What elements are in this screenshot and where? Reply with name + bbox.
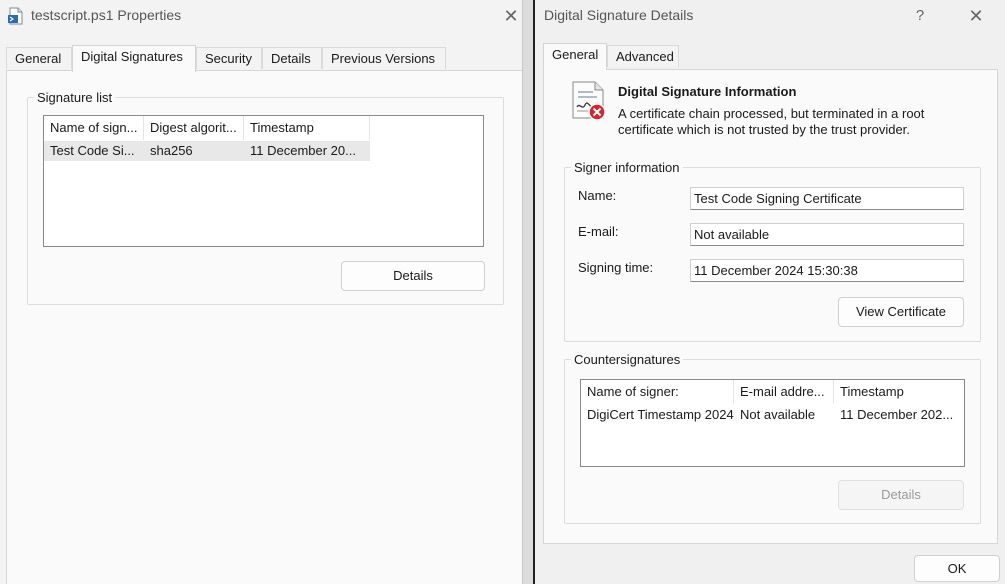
close-icon[interactable]: ✕ [498, 4, 522, 28]
signature-list[interactable]: Name of sign... Digest algorit... Timest… [43, 115, 484, 247]
column-header-digest[interactable]: Digest algorit... [144, 116, 244, 140]
table-row[interactable]: DigiCert Timestamp 2024 Not available 11… [581, 405, 964, 425]
help-icon[interactable]: ? [907, 4, 933, 28]
file-icon [8, 7, 24, 28]
column-header-name[interactable]: Name of signer: [581, 380, 734, 404]
title-bar[interactable]: testscript.ps1 Properties ✕ [0, 0, 522, 32]
list-header: Name of signer: E-mail addre... Timestam… [581, 380, 964, 404]
tab-digital-signatures[interactable]: Digital Signatures [72, 45, 196, 72]
column-header-timestamp[interactable]: Timestamp [834, 380, 964, 404]
tab-general[interactable]: General [6, 47, 72, 69]
cell-timestamp: 11 December 20... [250, 143, 356, 158]
view-certificate-button[interactable]: View Certificate [838, 297, 964, 327]
tab-security[interactable]: Security [196, 47, 262, 69]
column-header-timestamp[interactable]: Timestamp [244, 116, 370, 140]
signing-time-label: Signing time: [578, 260, 654, 275]
properties-window: testscript.ps1 Properties ✕ General Digi… [0, 0, 522, 584]
tab-previous-versions[interactable]: Previous Versions [322, 47, 446, 69]
email-field[interactable]: Not available [690, 223, 964, 246]
cell-timestamp: 11 December 202... [840, 407, 954, 422]
tab-panel: Signature list Name of sign... Digest al… [6, 70, 522, 584]
info-heading: Digital Signature Information [618, 84, 797, 99]
countersignatures-list[interactable]: Name of signer: E-mail addre... Timestam… [580, 379, 965, 467]
cell-name: Test Code Si... [50, 143, 135, 158]
tab-strip: General Advanced [543, 43, 999, 70]
cell-digest: sha256 [150, 143, 193, 158]
cell-email: Not available [740, 407, 816, 422]
column-header-name[interactable]: Name of sign... [44, 116, 144, 140]
signing-time-field[interactable]: 11 December 2024 15:30:38 [690, 259, 964, 282]
certificate-error-icon [569, 80, 609, 125]
countersignature-details-button[interactable]: Details [838, 480, 964, 510]
window-title: testscript.ps1 Properties [31, 7, 182, 23]
title-bar[interactable]: Digital Signature Details ? ✕ [535, 0, 1005, 32]
email-label: E-mail: [578, 224, 619, 239]
ok-button[interactable]: OK [914, 555, 1000, 582]
table-row[interactable]: Test Code Si... sha256 11 December 20... [44, 141, 370, 161]
countersignatures-legend: Countersignatures [574, 352, 681, 367]
list-header: Name of sign... Digest algorit... Timest… [44, 116, 370, 140]
tab-advanced[interactable]: Advanced [607, 45, 679, 67]
tab-general[interactable]: General [543, 43, 607, 70]
details-button[interactable]: Details [341, 261, 485, 291]
name-field[interactable]: Test Code Signing Certificate [690, 187, 964, 210]
name-label: Name: [578, 188, 617, 203]
cell-name: DigiCert Timestamp 2024 [587, 407, 734, 422]
window-divider [522, 0, 535, 584]
signature-details-dialog: Digital Signature Details ? ✕ General Ad… [535, 0, 1005, 584]
tab-panel: Digital Signature Information A certific… [543, 69, 998, 544]
signature-list-legend: Signature list [37, 90, 113, 105]
tab-strip: General Digital Signatures Security Deta… [6, 45, 516, 72]
signer-information-legend: Signer information [574, 160, 680, 175]
close-icon[interactable]: ✕ [963, 4, 989, 28]
tab-details[interactable]: Details [262, 47, 322, 69]
dialog-title: Digital Signature Details [544, 7, 694, 23]
column-header-email[interactable]: E-mail addre... [734, 380, 834, 404]
info-text: A certificate chain processed, but termi… [618, 106, 925, 137]
